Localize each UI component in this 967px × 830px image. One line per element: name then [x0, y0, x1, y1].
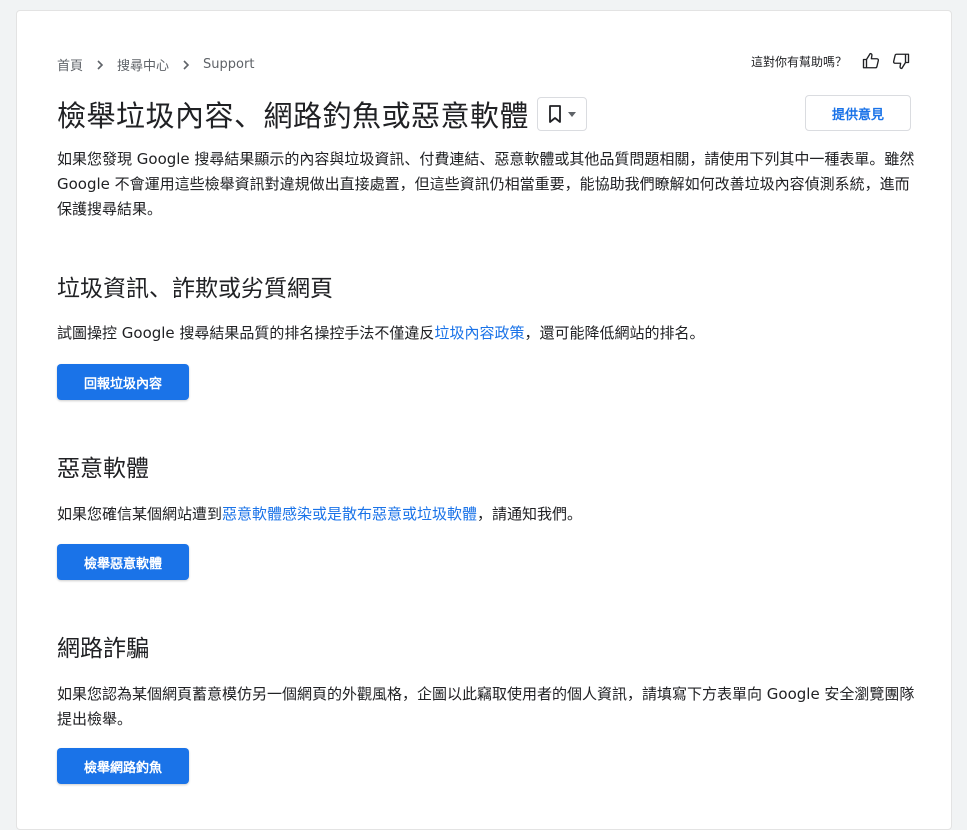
- feedback-button[interactable]: 提供意見: [805, 95, 911, 131]
- breadcrumb-home[interactable]: 首頁: [57, 55, 83, 74]
- section-heading-spam: 垃圾資訊、詐欺或劣質網頁: [57, 276, 333, 302]
- helpful-prompt: 這對你有幫助嗎？: [751, 51, 911, 71]
- report-phishing-button[interactable]: 檢舉網路釣魚: [57, 748, 189, 784]
- title-row: 檢舉垃圾內容、網路釣魚或惡意軟體: [57, 93, 588, 135]
- page-title: 檢舉垃圾內容、網路釣魚或惡意軟體: [57, 99, 530, 133]
- bookmark-button[interactable]: [537, 97, 588, 131]
- section-heading-malware: 惡意軟體: [57, 456, 149, 482]
- report-spam-button[interactable]: 回報垃圾內容: [57, 364, 189, 400]
- thumb-down-icon[interactable]: [891, 51, 911, 71]
- report-malware-button[interactable]: 檢舉惡意軟體: [57, 544, 189, 580]
- section-text-malware: 如果您確信某個網站遭到惡意軟體感染或是散布惡意或垃圾軟體，請通知我們。: [57, 505, 583, 523]
- section-text-spam: 試圖操控 Google 搜尋結果品質的排名操控手法不僅違反垃圾內容政策，還可能降…: [57, 324, 705, 342]
- breadcrumb-support[interactable]: Support: [203, 57, 254, 72]
- article-card: 首頁 搜尋中心 Support 這對你有幫助嗎？ 檢舉垃圾內容、網路釣魚或惡意軟…: [16, 10, 952, 830]
- section-text-phishing: 如果您認為某個網頁蓄意模仿另一個網頁的外觀風格，企圖以此竊取使用者的個人資訊，請…: [57, 685, 915, 728]
- breadcrumb-help-center[interactable]: 搜尋中心: [117, 55, 169, 74]
- bookmark-icon: [549, 105, 561, 123]
- chevron-right-icon: [97, 59, 104, 70]
- helpful-question: 這對你有幫助嗎？: [750, 54, 847, 69]
- caret-down-icon: [568, 111, 577, 117]
- breadcrumb: 首頁 搜尋中心 Support: [57, 55, 254, 74]
- malware-info-link[interactable]: 惡意軟體感染或是散布惡意或垃圾軟體: [222, 505, 477, 523]
- section-heading-phishing: 網路詐騙: [57, 636, 149, 662]
- intro-paragraph: 如果您發現 Google 搜尋結果顯示的內容與垃圾資訊、付費連結、惡意軟體或其他…: [57, 150, 915, 218]
- spam-policy-link[interactable]: 垃圾內容政策: [434, 324, 524, 342]
- chevron-right-icon: [183, 59, 190, 70]
- thumb-up-icon[interactable]: [861, 51, 881, 71]
